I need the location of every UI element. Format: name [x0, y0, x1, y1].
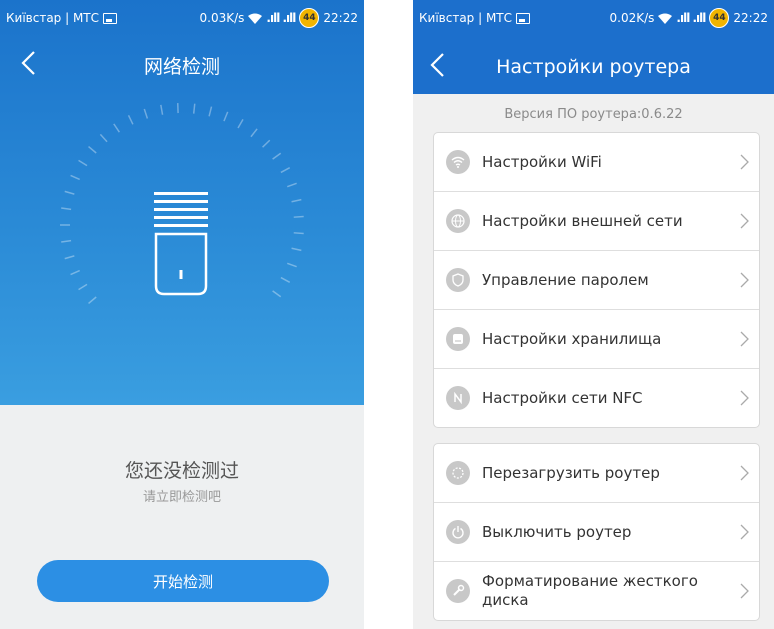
wrench-icon — [446, 579, 470, 603]
shield-icon — [446, 268, 470, 292]
settings-group: Настройки WiFi Настройки внешней сети Уп… — [433, 132, 760, 428]
signal-icon: .ıll .ıll — [676, 11, 706, 25]
menu-item-label: Настройки внешней сети — [482, 211, 683, 230]
menu-item-power-off[interactable]: Выключить роутер — [434, 503, 759, 562]
signal-icon: .ıll .ıll — [266, 11, 296, 25]
chevron-right-icon — [740, 465, 749, 481]
menu-item-wifi-settings[interactable]: Настройки WiFi — [434, 133, 759, 192]
menu-item-label: Перезагрузить роутер — [482, 463, 660, 482]
clock: 22:22 — [323, 11, 358, 25]
chevron-right-icon — [740, 154, 749, 170]
menu-item-format-disk[interactable]: Форматирование жесткого диска — [434, 562, 759, 620]
menu-item-restart[interactable]: Перезагрузить роутер — [434, 444, 759, 503]
wifi-status-icon — [248, 13, 263, 24]
page-title: Настройки роутера — [496, 56, 691, 78]
clock: 22:22 — [733, 11, 768, 25]
storage-icon — [446, 327, 470, 351]
test-prompt: 请立即检测吧 — [142, 490, 221, 505]
chevron-right-icon — [740, 583, 749, 599]
chevron-right-icon — [740, 213, 749, 229]
wifi-status-icon — [658, 13, 673, 24]
menu-item-label: Выключить роутер — [482, 522, 632, 541]
page-title: 网络检测 — [143, 56, 220, 78]
chevron-right-icon — [740, 331, 749, 347]
globe-icon — [446, 209, 470, 233]
menu-item-storage[interactable]: Настройки хранилища — [434, 310, 759, 369]
image-notification-icon — [516, 12, 531, 24]
chevron-right-icon — [740, 524, 749, 540]
network-speed: 0.02K/s — [609, 11, 655, 25]
menu-item-label: Настройки WiFi — [482, 152, 602, 171]
menu-item-label: Форматирование жесткого диска — [482, 572, 698, 609]
status-bar: Київстар | МТС 0.02K/s .ıll .ıll 44 22:2… — [413, 0, 774, 36]
router-settings-screen: Київстар | МТС 0.02K/s .ıll .ıll 44 22:2… — [413, 0, 774, 629]
carrier-label: Київстар | МТС — [419, 11, 513, 25]
network-check-screen: Київстар | МТС 0.03K/s .ıll .ıll 44 22:2… — [0, 0, 364, 629]
network-speed: 0.03K/s — [199, 11, 245, 25]
menu-item-wan-settings[interactable]: Настройки внешней сети — [434, 192, 759, 251]
chevron-right-icon — [740, 272, 749, 288]
battery-icon: 44 — [299, 8, 320, 28]
menu-item-label: Управление паролем — [482, 270, 649, 289]
not-tested-message: 您还没检测过 — [124, 460, 239, 482]
router-device-icon — [154, 192, 208, 296]
menu-item-label: Настройки хранилища — [482, 329, 662, 348]
battery-icon: 44 — [709, 8, 730, 28]
menu-item-nfc[interactable]: Настройки сети NFC — [434, 369, 759, 427]
restart-icon — [446, 461, 470, 485]
status-bar: Київстар | МТС 0.03K/s .ıll .ıll 44 22:2… — [0, 0, 364, 36]
image-notification-icon — [103, 12, 118, 24]
menu-item-password[interactable]: Управление паролем — [434, 251, 759, 310]
firmware-version: Версия ПО роутера:0.6.22 — [504, 107, 683, 122]
power-icon — [446, 520, 470, 544]
carrier-label: Київстар | МТС — [6, 11, 100, 25]
nfc-icon — [446, 386, 470, 410]
wifi-icon — [446, 150, 470, 174]
chevron-right-icon — [740, 390, 749, 406]
system-group: Перезагрузить роутер Выключить роутер Фо… — [433, 443, 760, 621]
start-test-button[interactable]: 开始检测 — [37, 560, 329, 602]
menu-item-label: Настройки сети NFC — [482, 388, 643, 407]
